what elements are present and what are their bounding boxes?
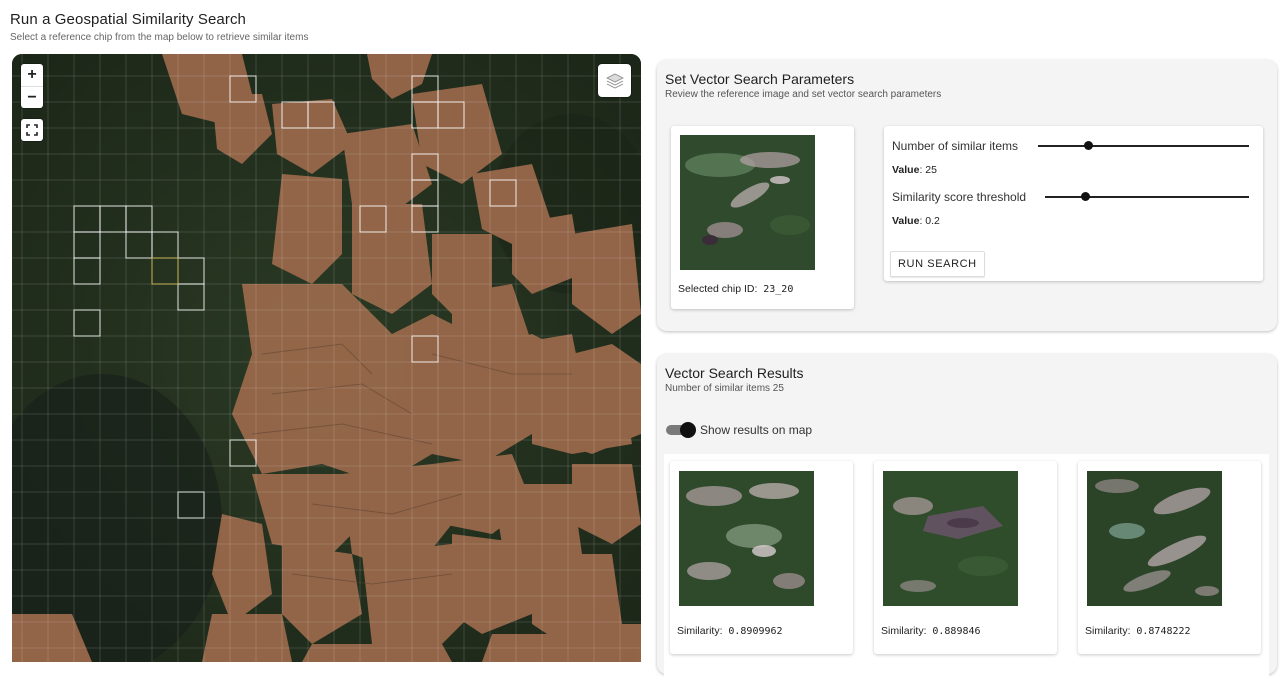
- parameter-controls-card: Number of similar items Value: 25 Simila…: [884, 126, 1263, 281]
- items-slider-thumb[interactable]: [1084, 141, 1094, 150]
- fullscreen-button[interactable]: [21, 119, 43, 141]
- selected-chip-id: 23_20: [763, 284, 794, 295]
- selected-chip-caption: Selected chip ID: 23_20: [678, 283, 793, 295]
- layers-button[interactable]: [598, 64, 631, 97]
- similarity-label: Similarity:: [677, 625, 723, 637]
- similarity-label: Similarity:: [881, 625, 927, 637]
- items-value: Value: 25: [892, 164, 937, 176]
- items-value-number: 25: [925, 164, 937, 176]
- similarity-label: Similarity:: [1085, 625, 1131, 637]
- zoom-in-button[interactable]: +: [21, 64, 43, 86]
- page-subtitle: Select a reference chip from the map bel…: [10, 32, 309, 43]
- similarity-value: 0.8909962: [728, 626, 783, 637]
- results-grid: Similarity: 0.8909962 Similarity: 0.8898…: [664, 454, 1269, 684]
- similarity-value: 0.8748222: [1136, 626, 1191, 637]
- params-title: Set Vector Search Parameters: [665, 71, 855, 87]
- similarity-value: 0.889846: [932, 626, 981, 637]
- search-results-panel: Vector Search Results Number of similar …: [657, 354, 1277, 684]
- result-chip-image[interactable]: [883, 471, 1018, 606]
- result-chip-image[interactable]: [679, 471, 814, 606]
- show-results-label: Show results on map: [700, 423, 813, 437]
- reference-chip-image: [680, 135, 815, 270]
- result-card[interactable]: Similarity: 0.889846: [874, 461, 1057, 654]
- similarity-caption: Similarity: 0.889846: [881, 625, 981, 637]
- selected-chip-label: Selected chip ID:: [678, 283, 758, 295]
- map-imagery[interactable]: [12, 54, 641, 662]
- result-card[interactable]: Similarity: 0.8909962: [670, 461, 853, 654]
- results-subtitle: Number of similar items 25: [665, 383, 784, 394]
- show-results-toggle[interactable]: [666, 422, 696, 438]
- satellite-map[interactable]: [12, 54, 641, 662]
- result-chip-image[interactable]: [1087, 471, 1222, 606]
- threshold-value-number: 0.2: [925, 215, 940, 227]
- similarity-caption: Similarity: 0.8748222: [1085, 625, 1191, 637]
- result-card[interactable]: Similarity: 0.8748222: [1078, 461, 1261, 654]
- layers-icon: [605, 73, 624, 89]
- threshold-slider-thumb[interactable]: [1081, 192, 1091, 201]
- items-value-prefix: Value: [892, 164, 920, 176]
- page-header: Run a Geospatial Similarity Search Selec…: [10, 11, 308, 43]
- page-title: Run a Geospatial Similarity Search: [10, 11, 247, 28]
- fullscreen-icon: [26, 124, 38, 136]
- similarity-caption: Similarity: 0.8909962: [677, 625, 783, 637]
- items-slider-label: Number of similar items: [892, 139, 1019, 153]
- threshold-slider-track[interactable]: [1045, 196, 1249, 198]
- zoom-control: + −: [21, 64, 43, 108]
- reference-chip-card: Selected chip ID: 23_20: [671, 126, 854, 309]
- results-title: Vector Search Results: [665, 365, 804, 381]
- toggle-knob[interactable]: [680, 422, 696, 438]
- search-parameters-panel: Set Vector Search Parameters Review the …: [657, 60, 1277, 331]
- items-slider-track[interactable]: [1038, 145, 1249, 147]
- threshold-slider-label: Similarity score threshold: [892, 190, 1027, 204]
- run-search-button[interactable]: RUN SEARCH: [890, 251, 985, 277]
- threshold-value-prefix: Value: [892, 215, 920, 227]
- params-subtitle: Review the reference image and set vecto…: [665, 89, 942, 100]
- zoom-out-button[interactable]: −: [21, 86, 43, 108]
- threshold-value: Value: 0.2: [892, 215, 940, 227]
